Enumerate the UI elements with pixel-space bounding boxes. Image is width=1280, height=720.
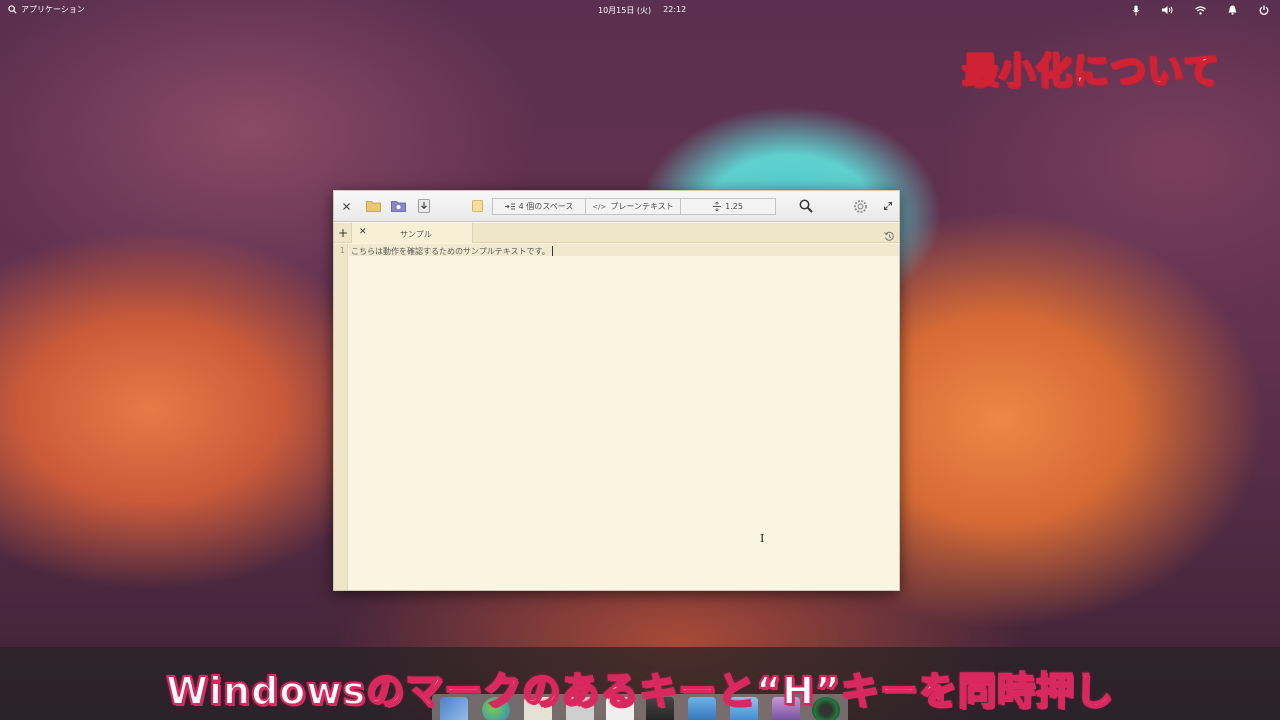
search-icon xyxy=(8,5,17,14)
session-indicator[interactable] xyxy=(1248,3,1280,17)
language-selector[interactable]: </> プレーンテキスト xyxy=(586,199,681,214)
save-file-button[interactable] xyxy=(416,198,432,214)
volume-icon xyxy=(1161,6,1172,14)
project-folder-icon xyxy=(390,201,406,212)
video-heading: 最小化について xyxy=(961,50,1220,93)
wifi-icon xyxy=(1194,5,1206,15)
code-line-text: こちらは動作を確認するためのサンプルテキストです。 xyxy=(351,247,550,256)
applications-menu-button[interactable]: アプリケーション xyxy=(8,4,85,15)
save-icon xyxy=(418,199,430,213)
code-editor-window: 4 個のスペース </> プレーンテキスト 1.25 + ✕ サンプル 1 こち… xyxy=(333,190,900,591)
close-tab-icon[interactable]: ✕ xyxy=(359,227,367,237)
bookmark-icon xyxy=(471,200,483,212)
ibeam-cursor-icon: I xyxy=(760,532,765,545)
code-line[interactable]: こちらは動作を確認するためのサンプルテキストです。 xyxy=(351,246,553,257)
top-panel: アプリケーション 10月15日 (火) 22:12 xyxy=(0,0,1280,20)
open-project-folder-button[interactable] xyxy=(390,198,406,214)
language-label: プレーンテキスト xyxy=(610,202,674,211)
snippets-button[interactable] xyxy=(469,198,485,214)
text-editor-area[interactable]: 1 こちらは動作を確認するためのサンプルテキストです。 I xyxy=(334,244,899,590)
microphone-indicator[interactable] xyxy=(1120,3,1152,17)
line-number-gutter: 1 xyxy=(334,244,348,590)
volume-indicator[interactable] xyxy=(1152,3,1184,17)
microphone-icon xyxy=(1132,5,1140,15)
notification-icon xyxy=(1228,5,1236,15)
headerbar: 4 個のスペース </> プレーンテキスト 1.25 xyxy=(334,191,899,222)
preferences-button[interactable] xyxy=(852,198,868,214)
line-spacing-icon xyxy=(713,202,722,211)
notifications-indicator[interactable] xyxy=(1216,3,1248,17)
time-label: 22:12 xyxy=(663,5,687,14)
new-tab-button[interactable]: + xyxy=(336,225,350,241)
network-indicator[interactable] xyxy=(1184,3,1216,17)
indent-selector[interactable]: 4 個のスペース xyxy=(493,199,586,214)
power-icon xyxy=(1259,5,1269,15)
date-label: 10月15日 (火) xyxy=(598,6,652,15)
indent-label: 4 個のスペース xyxy=(518,202,574,211)
folder-icon xyxy=(365,201,381,212)
tab-sample[interactable]: ✕ サンプル xyxy=(351,223,473,243)
video-subtitle: Windowsのマークのあるキーと“H”キーを同時押し xyxy=(165,668,1114,714)
line-spacing-label: 1.25 xyxy=(725,202,743,211)
history-icon xyxy=(884,231,894,241)
search-icon xyxy=(799,199,813,213)
text-caret xyxy=(551,246,553,256)
indicator-area xyxy=(1120,3,1280,17)
line-spacing-selector[interactable]: 1.25 xyxy=(681,199,775,214)
maximize-icon xyxy=(884,202,892,210)
applications-label: アプリケーション xyxy=(21,5,85,14)
plus-icon: + xyxy=(337,226,349,240)
datetime-indicator[interactable]: 10月15日 (火) 22:12 xyxy=(598,5,686,16)
tab-label: サンプル xyxy=(400,230,432,239)
line-number: 1 xyxy=(339,246,345,255)
open-file-button[interactable] xyxy=(365,198,381,214)
indent-icon xyxy=(504,203,515,210)
code-icon: </> xyxy=(592,202,607,211)
close-icon xyxy=(342,202,350,210)
find-button[interactable] xyxy=(798,198,814,214)
maximize-window-button[interactable] xyxy=(880,198,896,214)
tab-bar: + ✕ サンプル xyxy=(334,223,899,243)
close-window-button[interactable] xyxy=(338,198,354,214)
document-settings-group: 4 個のスペース </> プレーンテキスト 1.25 xyxy=(492,198,776,215)
gear-icon xyxy=(853,199,867,213)
